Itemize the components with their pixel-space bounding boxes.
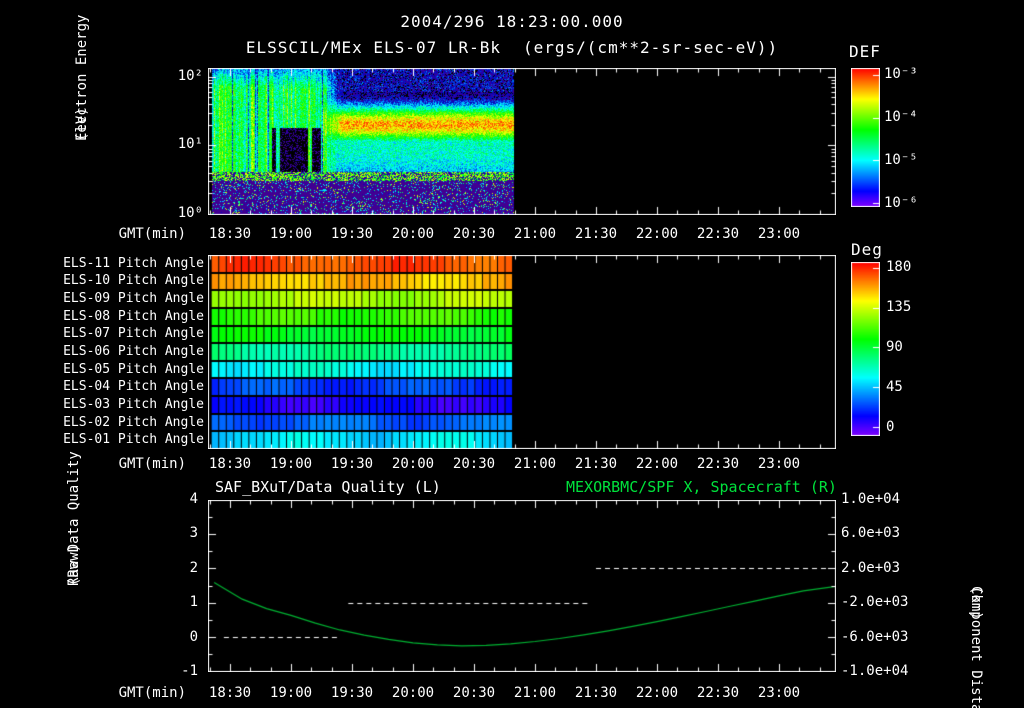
quality-tick-label: 2: [189, 559, 198, 576]
x-tick-label: 22:30: [696, 685, 740, 701]
x-tick-label: 21:00: [513, 456, 557, 472]
spacecraft-series-title: MEXORBMC/SPF X, Spacecraft (R): [566, 478, 837, 496]
x-tick-label: 22:30: [696, 226, 740, 242]
energy-tick-label: 10²: [177, 67, 203, 84]
distance-tick-label: -6.0e+03: [841, 628, 909, 645]
pitch-row-label: ELS-07 Pitch Angle: [63, 326, 204, 342]
pitch-row-label: ELS-02 Pitch Angle: [63, 414, 204, 430]
pitch-row-label: ELS-09 Pitch Angle: [63, 291, 204, 307]
quality-tick-label: 4: [189, 491, 198, 507]
def-cbar-tick-label: 10⁻⁶: [884, 195, 918, 211]
deg-cbar-tick-label: 180: [886, 259, 912, 275]
energy-tick-label: 10⁰: [177, 205, 203, 221]
distance-tick-label: -1.0e+04: [841, 663, 909, 679]
deg-colorbar-canvas: [851, 262, 880, 436]
x-tick-label: 21:30: [574, 226, 618, 242]
def-colorbar-canvas: [851, 68, 880, 207]
x-tick-label: 22:00: [635, 226, 679, 242]
x-tick-label: 19:00: [269, 456, 313, 472]
def-cbar-tick-label: 10⁻⁵: [884, 152, 918, 168]
x-tick-label: 21:00: [513, 685, 557, 701]
quality-tick-label: 0: [189, 628, 198, 645]
x-tick-label: 20:00: [391, 456, 435, 472]
x-tick-label: 20:30: [452, 226, 496, 242]
deg-cbar-tick-label: 0: [886, 419, 895, 435]
x-tick-label: 19:00: [269, 685, 313, 701]
x-tick-label: 19:00: [269, 226, 313, 242]
pitch-row-label: ELS-06 Pitch Angle: [63, 344, 204, 359]
pitch-row-label: ELS-08 Pitch Angle: [63, 308, 204, 324]
data-quality-line-chart-canvas: [208, 500, 836, 672]
electron-energy-spectrogram-canvas: [208, 68, 836, 215]
x-tick-label: 19:30: [330, 456, 374, 472]
cdaweb-plot-screen: 2004/296 18:23:00.000 ELSSCIL/MEx ELS-07…: [0, 0, 1024, 708]
gmt-axis-label-2: GMT(min): [118, 456, 186, 472]
x-tick-label: 21:30: [574, 685, 618, 701]
x-tick-label: 23:00: [757, 685, 801, 701]
pitch-angle-panel-canvas: [208, 255, 836, 449]
pitch-row-label: ELS-03 Pitch Angle: [63, 396, 204, 412]
deg-cbar-tick-label: 135: [886, 299, 912, 315]
pitch-row-label: ELS-01 Pitch Angle: [63, 432, 204, 448]
x-tick-label: 19:30: [330, 685, 374, 701]
flux-units-label: (ergs/(cm**2-sr-sec-eV)): [523, 38, 779, 57]
distance-axis-label-line2: (km): [968, 586, 984, 620]
x-tick-label: 18:30: [208, 226, 252, 242]
deg-cbar-tick-label: 45: [886, 379, 903, 395]
distance-tick-label: 2.0e+03: [841, 559, 901, 576]
x-tick-label: 20:30: [452, 685, 496, 701]
def-colorbar-title: DEF: [849, 42, 881, 61]
x-tick-label: 22:00: [635, 456, 679, 472]
gmt-axis-label-3: GMT(min): [118, 685, 186, 701]
instrument-name: ELSSCIL/MEx ELS-07 LR-Bk: [245, 38, 501, 57]
x-tick-label: 23:00: [757, 226, 801, 242]
x-tick-label: 22:00: [635, 685, 679, 701]
pitch-row-label: ELS-10 Pitch Angle: [63, 273, 204, 289]
x-tick-label: 18:30: [208, 685, 252, 701]
distance-tick-label: -2.0e+03: [841, 594, 909, 611]
x-tick-label: 21:30: [574, 456, 618, 472]
pitch-row-label: ELS-05 Pitch Angle: [63, 361, 204, 377]
x-tick-label: 22:30: [696, 456, 740, 472]
pitch-row-label: ELS-04 Pitch Angle: [63, 379, 204, 395]
quality-tick-label: 3: [189, 525, 198, 542]
distance-tick-label: 6.0e+03: [841, 525, 901, 542]
pitch-row-label: ELS-11 Pitch Angle: [63, 255, 204, 271]
x-tick-label: 18:30: [208, 456, 252, 472]
quality-tick-label: -1: [181, 663, 198, 679]
quality-tick-label: 1: [189, 594, 198, 611]
energy-tick-label: 10¹: [177, 136, 203, 153]
energy-axis-label-line2: (eV): [74, 107, 90, 141]
def-cbar-tick-label: 10⁻³: [884, 66, 918, 82]
quality-axis-label-line2: (Raw): [66, 543, 82, 586]
distance-tick-label: 1.0e+04: [841, 491, 901, 507]
gmt-axis-label-1: GMT(min): [118, 226, 186, 242]
deg-colorbar-title: Deg: [851, 240, 883, 259]
x-tick-label: 23:00: [757, 456, 801, 472]
x-tick-label: 19:30: [330, 226, 374, 242]
quality-series-title: SAF_BXuT/Data Quality (L): [215, 478, 441, 496]
x-tick-label: 20:00: [391, 226, 435, 242]
plot-date-title: 2004/296 18:23:00.000: [400, 12, 624, 31]
deg-cbar-tick-label: 90: [886, 339, 903, 355]
x-tick-label: 20:00: [391, 685, 435, 701]
x-tick-label: 20:30: [452, 456, 496, 472]
def-cbar-tick-label: 10⁻⁴: [884, 109, 918, 125]
x-tick-label: 21:00: [513, 226, 557, 242]
